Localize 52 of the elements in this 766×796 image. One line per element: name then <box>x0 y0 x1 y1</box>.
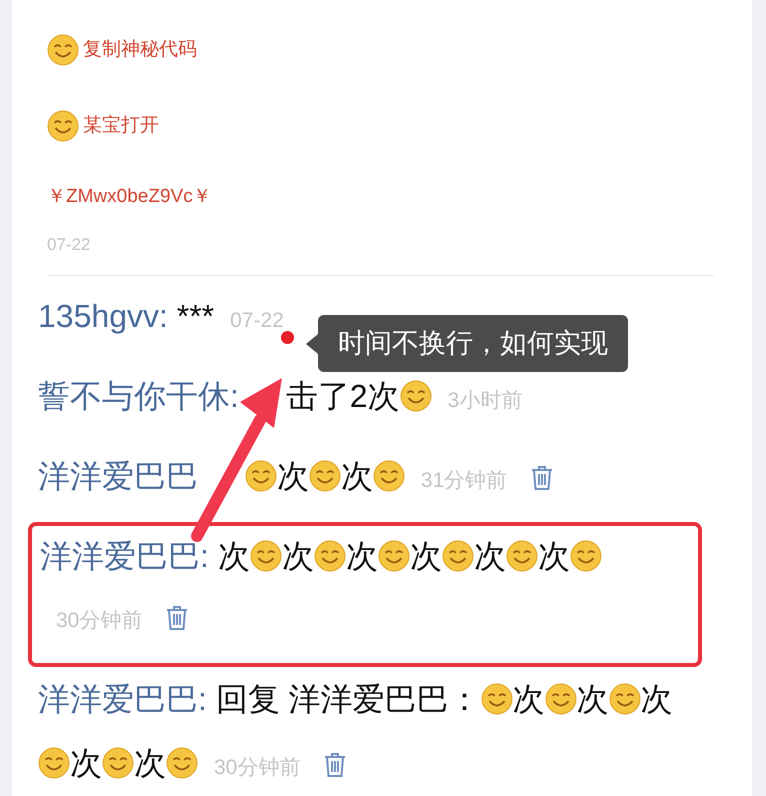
smiley-icon <box>102 747 134 779</box>
smiley-icon <box>480 683 513 715</box>
comment-text: 次 <box>410 538 442 574</box>
smiley-icon <box>166 747 198 779</box>
trash-icon[interactable] <box>324 752 346 778</box>
comment-text: 次 <box>218 538 250 574</box>
smiley-icon <box>372 460 405 492</box>
comment-text: 次 <box>576 681 609 717</box>
smiley-icon <box>47 34 79 66</box>
comment-text: 次 <box>70 745 102 781</box>
post-text: 某宝打开 <box>83 114 159 138</box>
post-text: ￥ZMwx0beZ9Vc￥ <box>47 184 212 209</box>
smiley-icon <box>506 540 538 572</box>
trash-icon[interactable] <box>531 465 554 491</box>
comment-text: 次 <box>474 538 506 574</box>
smiley-icon <box>250 540 282 572</box>
comment-text: *** <box>176 298 214 334</box>
smiley-icon <box>47 110 79 142</box>
smiley-icon <box>544 683 577 715</box>
post-date: 07-22 <box>47 234 90 256</box>
comment-text: 次 <box>134 745 166 781</box>
comment-text: 次 <box>282 538 314 574</box>
comment-author[interactable]: 洋洋爱巴巴: <box>38 681 207 717</box>
comment-time: 31分钟前 <box>420 469 508 492</box>
comment-text: 击了2次 <box>286 378 400 414</box>
comment-author[interactable]: 135hgvv: <box>38 298 168 334</box>
trash-icon[interactable] <box>166 605 188 631</box>
smiley-icon <box>442 540 474 572</box>
tooltip: 时间不换行，如何实现 <box>306 315 628 372</box>
comment-text: 次 <box>538 538 570 574</box>
comment-author[interactable]: 洋洋爱巴巴: <box>40 538 209 574</box>
smiley-icon <box>400 380 432 412</box>
smiley-icon <box>38 747 70 779</box>
smiley-icon <box>608 683 641 715</box>
comment-text: 次 <box>346 538 378 574</box>
comment-time: 30分钟前 <box>214 756 300 779</box>
comment-text: 次 <box>640 681 673 717</box>
comment-text: 次 <box>340 458 373 494</box>
comment-author[interactable]: 洋洋爱巴巴 <box>38 458 198 494</box>
smiley-icon <box>314 540 346 572</box>
comment-time: 3小时前 <box>448 389 522 412</box>
smiley-icon <box>378 540 410 572</box>
smiley-icon <box>244 460 277 492</box>
smiley-icon <box>570 540 602 572</box>
smiley-icon <box>308 460 341 492</box>
comment-text: 次 <box>512 681 545 717</box>
comment-time: 07-22 <box>230 309 284 332</box>
comment-text: 回复 洋洋爱巴巴： <box>216 681 481 717</box>
post-text: 复制神秘代码 <box>83 38 197 62</box>
comment-time: 30分钟前 <box>56 609 142 632</box>
comment-text: 次 <box>276 458 309 494</box>
comment-author[interactable]: 誓不与你干休: <box>38 378 239 414</box>
